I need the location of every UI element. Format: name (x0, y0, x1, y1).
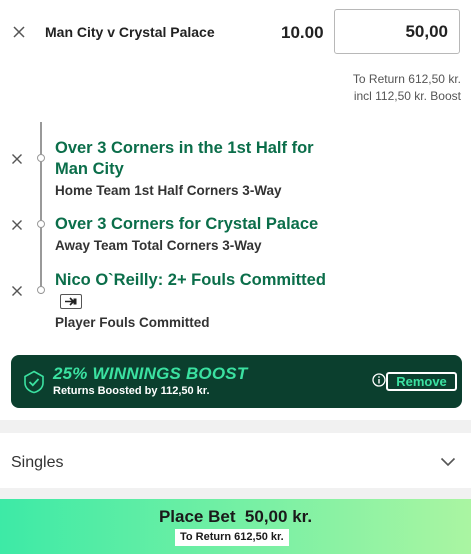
leg-1-title: Over 3 Corners in the 1st Half for Man C… (55, 138, 314, 180)
leg-3-title: Nico O`Reilly: 2+ Fouls Committed (55, 271, 326, 289)
returns-info: To Return 612,50 kr. incl 112,50 kr. Boo… (353, 71, 461, 105)
match-name: Man City v Crystal Palace (45, 24, 215, 40)
info-icon[interactable] (372, 373, 386, 392)
place-bet-button[interactable]: Place Bet 50,00 kr. To Return 612,50 kr. (0, 499, 471, 554)
timeline-dot (37, 220, 45, 228)
boost-shield-icon (23, 370, 45, 399)
singles-label: Singles (11, 454, 64, 471)
boost-title: 25% WINNINGS BOOST (53, 364, 248, 383)
legs-timeline (40, 122, 42, 294)
stake-input[interactable] (334, 9, 460, 54)
player-switch-icon[interactable] (60, 294, 82, 309)
winnings-boost-banner: 25% WINNINGS BOOST Returns Boosted by 11… (11, 355, 462, 408)
to-return-text: To Return 612,50 kr. (352, 72, 461, 86)
leg-1-title-line1: Over 3 Corners in the 1st Half for (55, 139, 314, 157)
timeline-dot (37, 154, 45, 162)
chevron-down-icon[interactable] (440, 454, 456, 472)
remove-leg-3-icon[interactable] (11, 285, 23, 297)
leg-1-title-line2: Man City (55, 160, 124, 178)
timeline-dot (37, 286, 45, 294)
place-bet-to-return: To Return 612,50 kr. (175, 529, 289, 546)
close-icon[interactable] (12, 25, 26, 39)
remove-leg-2-icon[interactable] (11, 219, 23, 231)
remove-boost-button[interactable]: Remove (386, 372, 457, 391)
boost-included-text: incl 112,50 kr. Boost (353, 89, 461, 103)
leg-2-market: Away Team Total Corners 3-Way (55, 238, 262, 253)
singles-section[interactable]: Singles (0, 433, 471, 488)
leg-2-title: Over 3 Corners for Crystal Palace (55, 215, 319, 233)
bet-slip-card: Man City v Crystal Palace 10.00 To Retur… (0, 0, 471, 420)
leg-3-market: Player Fouls Committed (55, 315, 210, 330)
boost-subtitle: Returns Boosted by 112,50 kr. (53, 385, 210, 397)
remove-leg-1-icon[interactable] (11, 153, 23, 165)
odds-value: 10.00 (281, 23, 324, 42)
place-bet-label: Place Bet 50,00 kr. (158, 507, 313, 526)
leg-1-market: Home Team 1st Half Corners 3-Way (55, 183, 282, 198)
